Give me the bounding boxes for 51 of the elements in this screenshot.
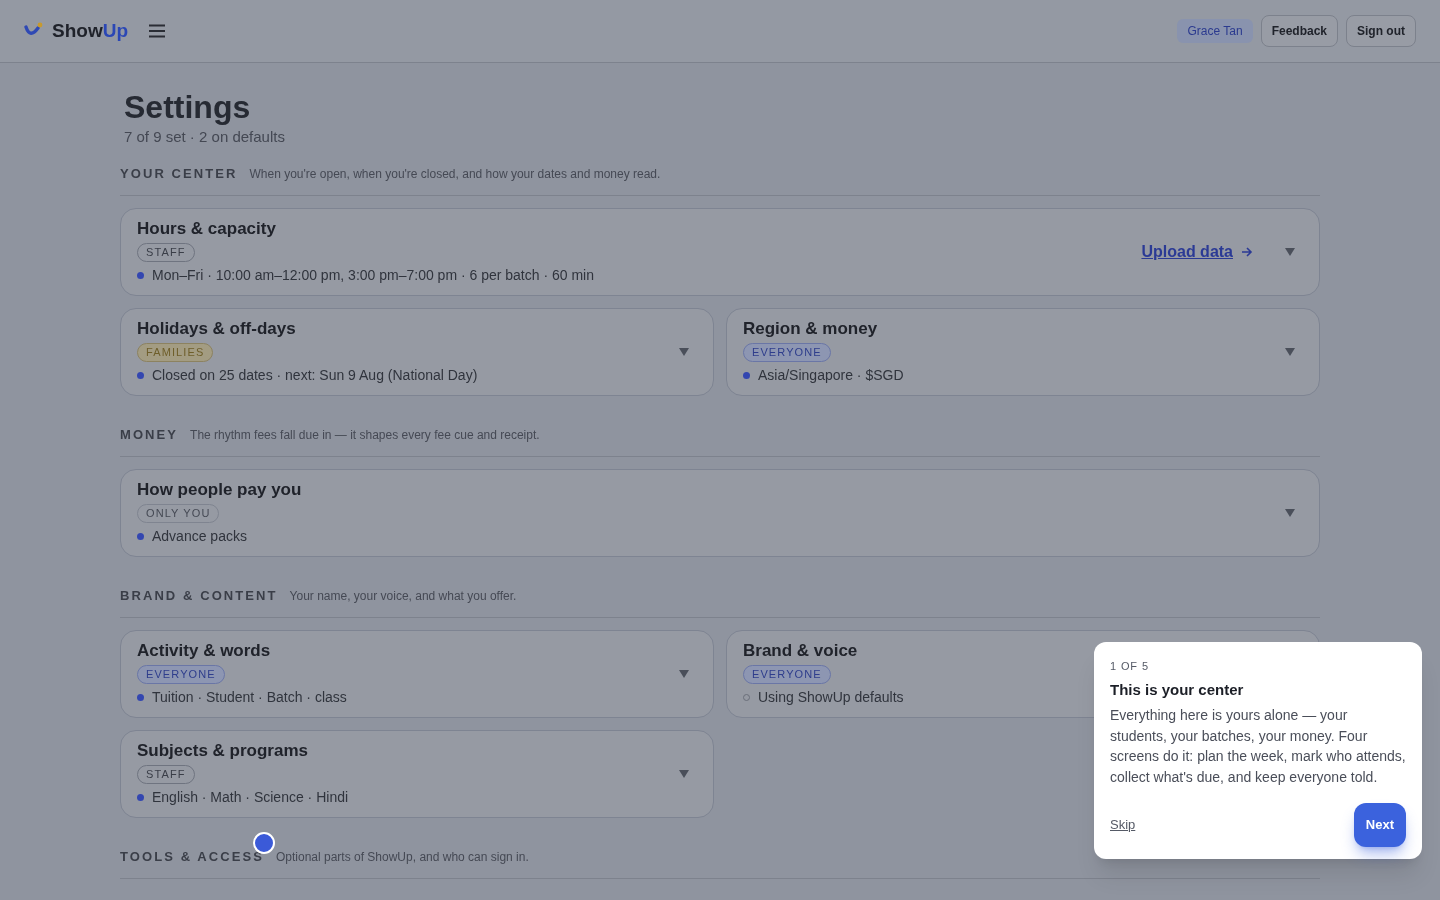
- card-title: Subjects & programs: [137, 740, 308, 762]
- settings-card[interactable]: Holidays & off-days FAMILIES Closed on 25 dates · next: Sun 9 Aug (National Day): [120, 308, 714, 396]
- page-title: Settings: [124, 88, 252, 127]
- card-title: Region & money: [743, 318, 878, 340]
- settings-card[interactable]: Hours & capacity STAFF Mon–Fri · 10:00 am–12:00 pm, 3:00 pm–7:00 pm · 6 per batch · 60 min Upload data: [120, 208, 1320, 296]
- skip-link[interactable]: Skip: [1110, 815, 1136, 835]
- section-heading: TOOLS & ACCESS: [120, 848, 264, 866]
- page-subtitle: 7 of 9 set · 2 on defaults: [124, 127, 286, 147]
- section-description: Your name, your voice, and what you offer.: [289, 589, 517, 603]
- caret-icon[interactable]: [679, 348, 689, 356]
- section-heading: YOUR CENTER: [120, 165, 238, 183]
- menu-icon: [148, 24, 166, 38]
- settings-card[interactable]: Region & money EVERYONE Asia/Singapore · $SGD: [726, 308, 1320, 396]
- card-summary: Tuition · Student · Batch · class: [152, 688, 347, 707]
- audience-tag: EVERYONE: [137, 665, 225, 684]
- tour-title: This is your center: [1110, 679, 1245, 700]
- menu-button[interactable]: [148, 24, 166, 38]
- settings-card[interactable]: Subjects & programs STAFF English · Math · Science · Hindi: [120, 730, 714, 818]
- card-summary: English · Math · Science · Hindi: [152, 788, 349, 807]
- caret-icon[interactable]: [1285, 509, 1295, 517]
- caret-icon[interactable]: [679, 670, 689, 678]
- brand-name[interactable]: ShowUp: [52, 16, 128, 46]
- section-description: The rhythm fees fall due in — it shapes every fee cue and receipt.: [190, 428, 540, 442]
- card-summary: Closed on 25 dates · next: Sun 9 Aug (National Day): [152, 366, 478, 385]
- settings-card[interactable]: How people pay you ONLY YOU Advance packs: [120, 469, 1320, 557]
- audience-tag: FAMILIES: [137, 343, 214, 362]
- section-heading: BRAND & CONTENT: [120, 587, 278, 605]
- card-title: How people pay you: [137, 479, 302, 501]
- card-title: Holidays & off-days: [137, 318, 296, 340]
- user-badge: Grace Tan: [1177, 19, 1253, 43]
- caret-icon[interactable]: [679, 770, 689, 778]
- card-summary: Mon–Fri · 10:00 am–12:00 pm, 3:00 pm–7:00 pm · 6 per batch · 60 min: [152, 266, 594, 285]
- caret-icon[interactable]: [1285, 348, 1295, 356]
- section-heading: MONEY: [120, 426, 179, 444]
- card-summary: Advance packs: [152, 527, 247, 546]
- settings-card[interactable]: Activity & words EVERYONE Tuition · Student · Batch · class: [120, 630, 714, 718]
- card-summary: Asia/Singapore · $SGD: [758, 366, 904, 385]
- header-button[interactable]: Sign out: [1346, 15, 1416, 47]
- audience-tag: EVERYONE: [743, 343, 831, 362]
- section-description: When you're open, when you're closed, and how your dates and money read.: [249, 167, 661, 181]
- card-title: Brand & voice: [743, 640, 858, 662]
- audience-tag: EVERYONE: [743, 665, 831, 684]
- upload-data-link[interactable]: Upload data: [1141, 240, 1253, 264]
- caret-icon[interactable]: [1285, 248, 1295, 256]
- header-button[interactable]: Feedback: [1260, 15, 1338, 47]
- arrow-right-icon: [1241, 247, 1253, 257]
- card-title: Hours & capacity: [137, 218, 276, 240]
- card-summary: Using ShowUp defaults: [758, 688, 904, 707]
- next-button[interactable]: Next: [1353, 803, 1406, 847]
- section-description: Optional parts of ShowUp, and who can sign in.: [275, 850, 529, 864]
- card-title: Activity & words: [137, 640, 271, 662]
